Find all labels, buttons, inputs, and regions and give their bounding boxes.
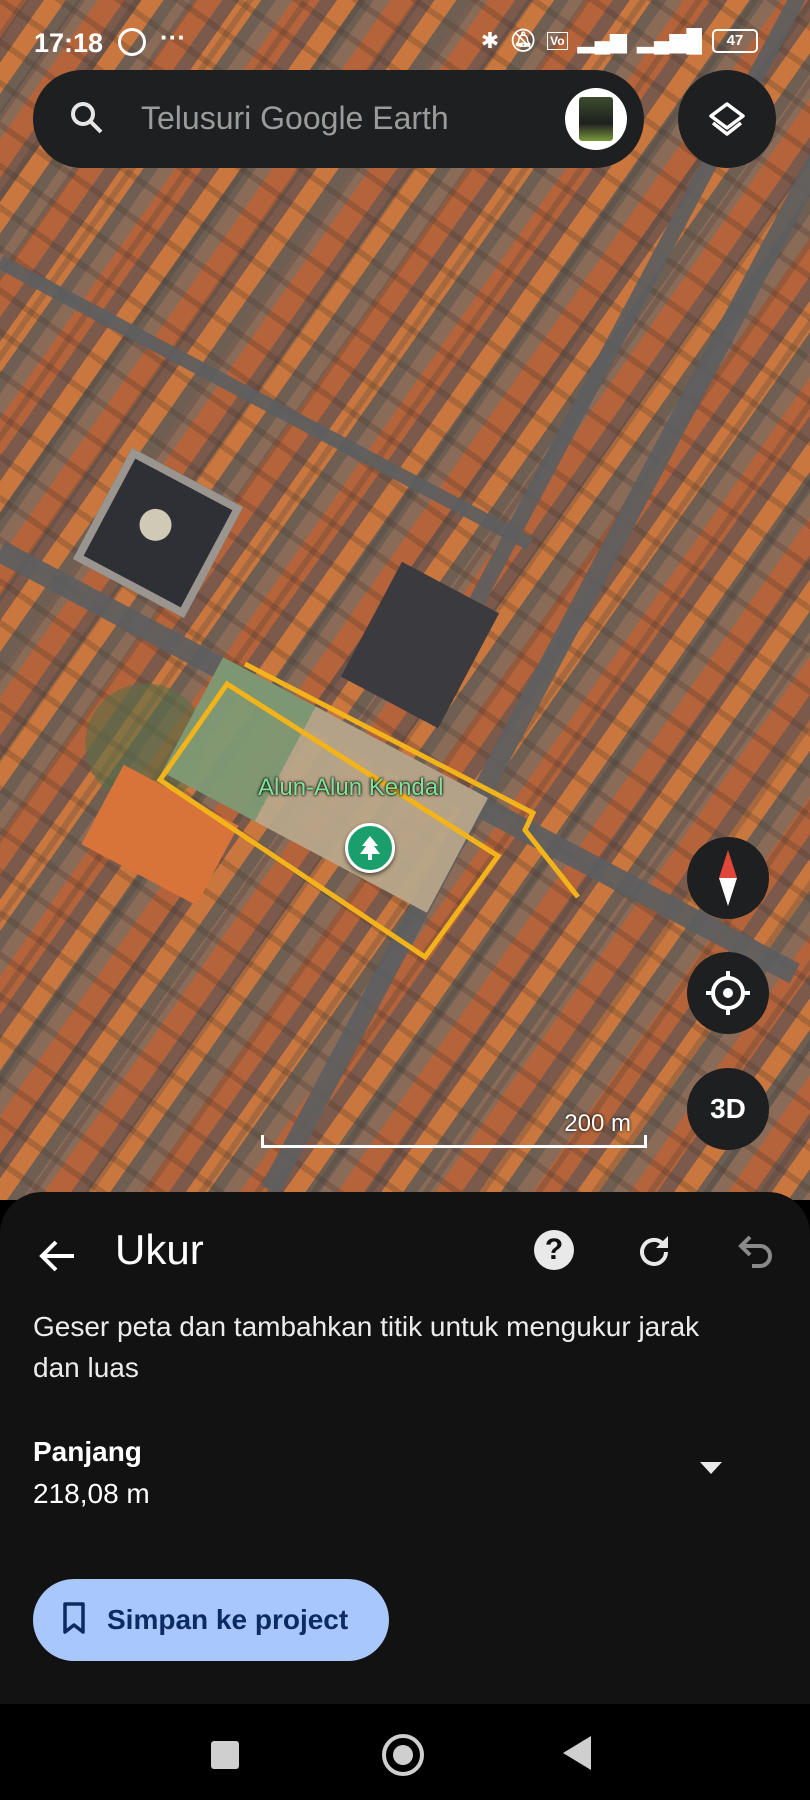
dropdown-arrow-icon[interactable] [698, 1460, 724, 1481]
compass-icon [719, 850, 737, 906]
instruction-text: Geser peta dan tambahkan titik untuk men… [33, 1311, 700, 1383]
place-label[interactable]: Alun-Alun Kendal [258, 774, 443, 802]
undo-icon[interactable] [732, 1230, 776, 1279]
scale-bar [261, 1135, 647, 1148]
redo-icon[interactable] [632, 1230, 676, 1279]
system-nav-bar [0, 1704, 810, 1800]
measure-value: 218,08 m [33, 1478, 150, 1509]
compass-button[interactable] [687, 837, 769, 919]
save-to-project-button[interactable]: Simpan ke project [33, 1579, 389, 1661]
back-arrow-icon[interactable] [36, 1234, 80, 1283]
layers-button[interactable] [678, 70, 776, 168]
avatar-image [579, 97, 613, 141]
search-input[interactable]: Telusuri Google Earth [141, 100, 449, 137]
map-scale: 200 m [261, 1110, 647, 1152]
search-bar[interactable]: Telusuri Google Earth [33, 70, 644, 168]
signal-icon: ▂▄▆ [577, 28, 627, 53]
measure-label: Panjang [33, 1436, 142, 1467]
my-location-icon [706, 971, 750, 1015]
recents-icon[interactable] [211, 1741, 239, 1769]
volte-icon: Vo [547, 32, 568, 50]
search-icon[interactable] [67, 98, 107, 143]
park-tree-icon[interactable] [345, 823, 395, 873]
help-icon[interactable]: ? [534, 1230, 574, 1270]
sheet-title: Ukur [115, 1226, 204, 1273]
bluetooth-icon: ✱ [480, 28, 500, 53]
measure-area [156, 680, 502, 961]
home-icon[interactable] [382, 1734, 424, 1776]
my-location-button[interactable] [687, 952, 769, 1034]
back-icon[interactable] [563, 1736, 591, 1770]
scale-label: 200 m [564, 1110, 631, 1137]
3d-toggle-button[interactable]: 3D [687, 1068, 769, 1150]
battery-icon: 47 [712, 29, 758, 53]
save-button-label: Simpan ke project [107, 1604, 349, 1635]
status-bar: 17:18 ··· ✱ 🔕︎ Vo ▂▄▆ ▂▄▆█ 47 [0, 22, 810, 62]
account-avatar[interactable] [565, 88, 627, 150]
whatsapp-icon [118, 28, 146, 56]
bookmark-icon [61, 1601, 87, 1640]
alarm-off-icon: 🔕︎ [509, 28, 538, 53]
measure-overlay [156, 661, 580, 961]
measure-sheet: Ukur ? Geser peta dan tambahkan titik un… [0, 1192, 810, 1704]
layers-icon [709, 102, 745, 136]
more-dots-icon: ··· [160, 22, 186, 52]
4g-signal-icon: ▂▄▆█ [636, 28, 702, 53]
status-time: 17:18 [34, 28, 104, 58]
